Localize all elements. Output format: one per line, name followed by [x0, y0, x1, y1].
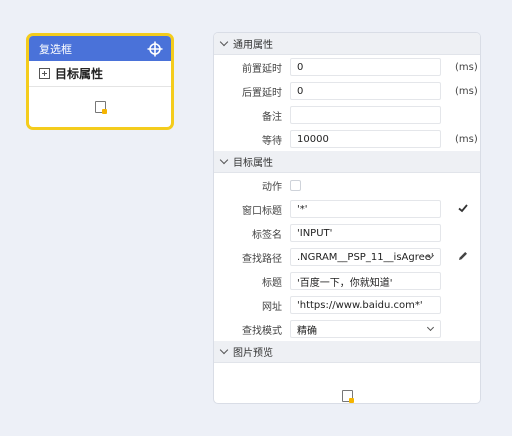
title-input[interactable]: '百度一下，你就知道': [290, 272, 441, 290]
section-title: 目标属性: [233, 158, 273, 169]
field-label: 标签名: [252, 229, 282, 241]
properties-panel: 通用属性 前置延时 0 (ms) 后置延时 0 (ms) 备注 等待 10000…: [213, 32, 481, 404]
chevron-down-icon: [219, 155, 229, 165]
find-mode-select[interactable]: 精确: [290, 320, 441, 338]
field-label: 后置延时: [242, 87, 282, 99]
node-title: 复选框: [39, 42, 72, 56]
field-row-tag-name: 标签名 'INPUT': [214, 221, 480, 245]
field-label: 查找模式: [242, 325, 282, 337]
unit-label: (ms): [455, 85, 478, 97]
find-path-select[interactable]: .NGRAM__PSP_11__isAgree': [290, 248, 441, 266]
pre-delay-input[interactable]: 0: [290, 58, 441, 76]
field-row-find-mode: 查找模式 精确: [214, 317, 480, 341]
chevron-down-icon: [219, 345, 229, 355]
wait-input[interactable]: 10000: [290, 130, 441, 148]
node-preview-area: [29, 87, 171, 127]
window-title-input[interactable]: '*': [290, 200, 441, 218]
chevron-down-icon: [426, 323, 435, 332]
field-row-title: 标题 '百度一下，你就知道': [214, 269, 480, 293]
url-input[interactable]: 'https://www.baidu.com*': [290, 296, 441, 314]
find-path-value: .NGRAM__PSP_11__isAgree': [297, 251, 434, 263]
field-label: 前置延时: [242, 63, 282, 75]
node-target-property[interactable]: 目标属性: [29, 61, 171, 87]
expand-icon[interactable]: [39, 68, 50, 79]
checkbox-node-card[interactable]: 复选框 目标属性: [26, 33, 174, 130]
field-label: 网址: [262, 301, 282, 313]
section-title: 图片预览: [233, 348, 273, 359]
crosshair-icon[interactable]: [147, 41, 163, 57]
section-header-target[interactable]: 目标属性: [214, 151, 480, 173]
field-label: 等待: [262, 135, 282, 147]
field-row-action: 动作: [214, 173, 480, 197]
field-row-url: 网址 'https://www.baidu.com*': [214, 293, 480, 317]
field-label: 窗口标题: [242, 205, 282, 217]
tag-name-input[interactable]: 'INPUT': [290, 224, 441, 242]
section-header-preview[interactable]: 图片预览: [214, 341, 480, 363]
node-prop-label: 目标属性: [55, 67, 104, 81]
image-placeholder-icon: [341, 389, 354, 403]
field-row-find-path: 查找路径 .NGRAM__PSP_11__isAgree': [214, 245, 480, 269]
field-row-wait: 等待 10000 (ms): [214, 127, 480, 151]
image-placeholder-icon: [94, 101, 107, 114]
field-row-remark: 备注: [214, 103, 480, 127]
field-label: 备注: [262, 111, 282, 123]
find-mode-value: 精确: [297, 325, 317, 337]
edit-pencil-icon[interactable]: [457, 250, 469, 262]
node-header[interactable]: 复选框: [29, 36, 171, 61]
chevron-down-icon: [219, 37, 229, 47]
post-delay-input[interactable]: 0: [290, 82, 441, 100]
field-label: 查找路径: [242, 253, 282, 265]
field-row-window-title: 窗口标题 '*': [214, 197, 480, 221]
image-preview-area: [214, 363, 480, 403]
section-header-common[interactable]: 通用属性: [214, 33, 480, 55]
unit-label: (ms): [455, 133, 478, 145]
field-label: 标题: [262, 277, 282, 289]
section-title: 通用属性: [233, 40, 273, 51]
remark-input[interactable]: [290, 106, 441, 124]
action-checkbox[interactable]: [290, 179, 301, 191]
field-label: 动作: [262, 181, 282, 193]
unit-label: (ms): [455, 61, 478, 73]
field-row-post-delay: 后置延时 0 (ms): [214, 79, 480, 103]
check-icon[interactable]: [457, 202, 469, 214]
field-row-pre-delay: 前置延时 0 (ms): [214, 55, 480, 79]
